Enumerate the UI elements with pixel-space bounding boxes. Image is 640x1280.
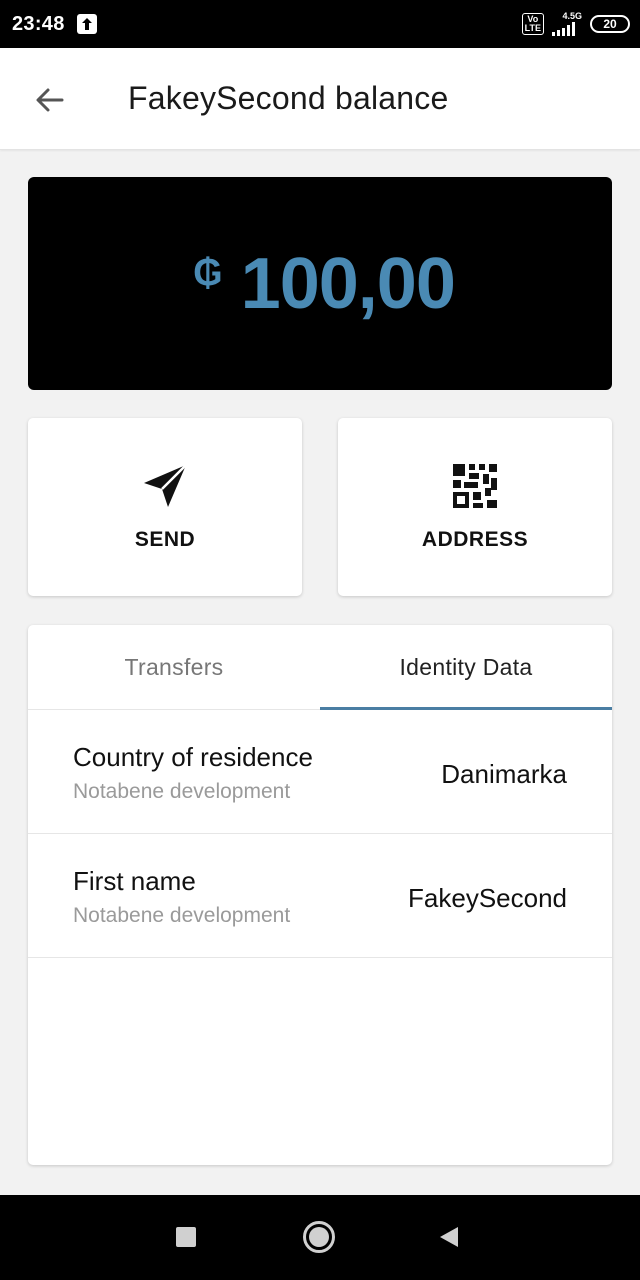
app-bar: FakeySecond balance — [0, 48, 640, 150]
tab-identity-data[interactable]: Identity Data — [320, 625, 612, 709]
status-time: 23:48 — [12, 12, 65, 35]
list-item-country: Country of residence Notabene developmen… — [28, 710, 612, 834]
row-value: FakeySecond — [408, 883, 567, 913]
list-item-first-name: First name Notabene development FakeySec… — [28, 834, 612, 958]
send-button[interactable]: SEND — [28, 418, 302, 596]
home-circle-icon — [303, 1221, 335, 1253]
arrow-left-icon — [36, 88, 64, 112]
battery-icon: 20 — [590, 15, 630, 33]
status-right: Vo LTE 4.5G 20 — [521, 10, 630, 37]
system-back-button[interactable] — [436, 1224, 462, 1250]
address-button[interactable]: ADDRESS — [338, 418, 612, 596]
back-button[interactable] — [26, 76, 74, 124]
tab-bar: Transfers Identity Data — [28, 625, 612, 710]
network-type: 4.5G — [562, 10, 582, 21]
home-button[interactable] — [302, 1220, 336, 1254]
page-title: FakeySecond balance — [128, 80, 449, 116]
row-title: Country of residence — [73, 742, 313, 772]
row-subtitle: Notabene development — [73, 904, 291, 927]
upload-icon — [76, 14, 97, 34]
tab-transfers[interactable]: Transfers — [28, 625, 320, 709]
row-title: First name — [73, 866, 196, 896]
paper-plane-icon — [141, 462, 189, 510]
send-label: SEND — [134, 528, 196, 551]
battery-level: 20 — [603, 17, 617, 31]
balance-amount: 100,00 — [240, 243, 456, 324]
status-left: 23:48 — [12, 13, 97, 36]
balance-card: ₲ 100,00 — [28, 177, 612, 390]
volte-icon: Vo LTE — [521, 13, 544, 35]
row-value: Danimarka — [441, 759, 567, 789]
back-triangle-icon — [440, 1227, 458, 1247]
qr-code-icon — [451, 462, 499, 510]
address-label: ADDRESS — [421, 528, 529, 551]
currency-symbol: ₲ — [193, 251, 223, 294]
recents-square-icon — [176, 1227, 196, 1247]
status-bar: 23:48 Vo LTE 4.5G 20 — [0, 0, 640, 48]
system-nav-bar — [0, 1195, 640, 1280]
balance-display: ₲ 100,00 — [193, 243, 456, 324]
recents-button[interactable] — [174, 1225, 198, 1249]
signal-icon: 4.5G — [552, 10, 582, 37]
row-subtitle: Notabene development — [73, 780, 291, 803]
identity-card: Transfers Identity Data Country of resid… — [28, 625, 612, 1165]
